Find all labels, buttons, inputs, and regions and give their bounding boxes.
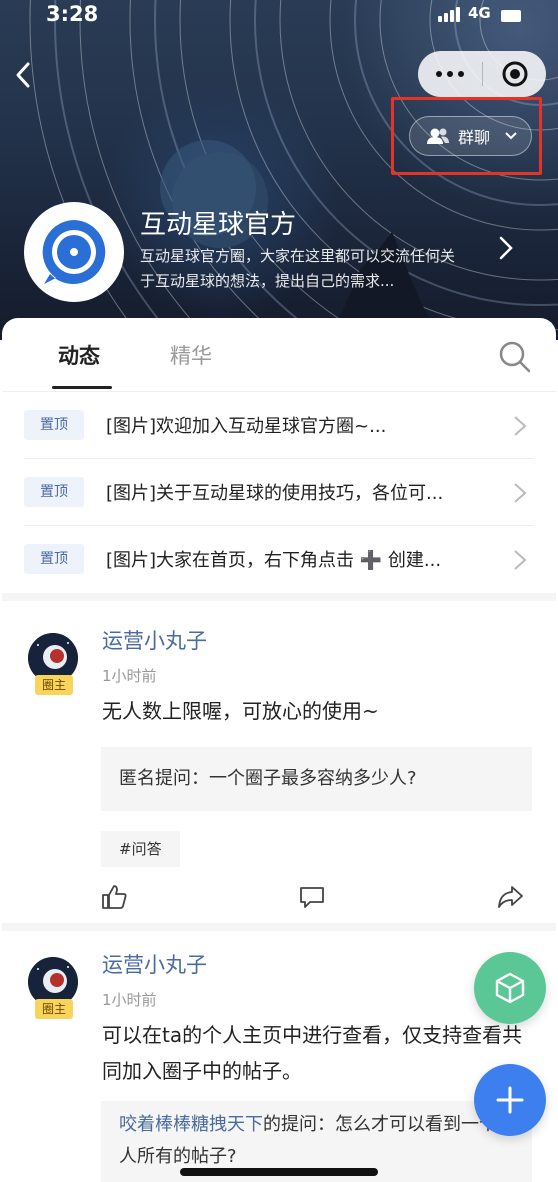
share-icon	[498, 886, 523, 908]
like-button[interactable]	[100, 883, 128, 915]
circle-header: 3:28 4G 群聊 互动星球官方 互动星球官方圈，大家在这里都可以交流任何关于…	[0, 0, 558, 340]
pinned-badge: 置顶	[24, 477, 84, 507]
chevron-down-icon	[505, 132, 517, 140]
chevron-right-icon	[514, 416, 527, 436]
pinned-post-row[interactable]: 置顶 [图片]欢迎加入互动星球官方圈~...	[2, 392, 556, 459]
group-chat-button[interactable]: 群聊	[409, 116, 532, 156]
post-time: 1小时前	[102, 667, 157, 685]
circle-detail-button[interactable]	[496, 234, 516, 266]
comment-icon	[300, 887, 324, 908]
search-icon	[499, 341, 531, 373]
cube-icon	[495, 972, 525, 1004]
post-author[interactable]: 运营小丸子	[102, 949, 207, 979]
circle-logo-icon	[42, 220, 106, 284]
active-tab-indicator	[52, 386, 112, 389]
miniprogram-capsule	[418, 51, 546, 97]
tab-featured[interactable]: 精华	[170, 340, 212, 370]
tab-bar: 动态 精华	[2, 318, 556, 392]
close-miniprogram-button[interactable]	[483, 51, 546, 97]
target-icon	[502, 61, 527, 87]
pinned-badge: 置顶	[24, 544, 84, 574]
chevron-right-icon	[514, 483, 527, 503]
post-body: 可以在ta的个人主页中进行查看，仅支持查看共同加入圈子中的帖子。	[102, 1023, 523, 1083]
home-indicator[interactable]	[180, 1168, 378, 1176]
circle-square-button[interactable]	[474, 952, 546, 1024]
more-icon	[436, 71, 442, 77]
signal-indicator: 4G	[438, 4, 521, 22]
circle-name: 互动星球官方	[140, 210, 297, 240]
quote-user[interactable]: 咬着棒棒糖拽天下	[119, 1114, 263, 1135]
more-button[interactable]	[418, 51, 482, 97]
comment-button[interactable]	[298, 883, 326, 915]
circle-description: 互动星球官方圈，大家在这里都可以交流任何关于互动星球的想法，提出自己的需求...	[140, 247, 456, 290]
chevron-right-icon	[514, 550, 527, 570]
topic-tag[interactable]: #问答	[101, 831, 180, 867]
post-actions	[2, 877, 556, 917]
pinned-post-row[interactable]: 置顶 [图片]关于互动星球的使用技巧，各位可...	[2, 459, 556, 526]
create-post-button[interactable]	[474, 1064, 546, 1136]
status-time: 3:28	[46, 2, 99, 26]
chevron-right-icon	[499, 236, 513, 260]
like-icon	[102, 885, 127, 909]
quoted-question[interactable]: 匿名提问：一个圈子最多容纳多少人?	[101, 747, 532, 811]
status-bar: 3:28 4G	[0, 0, 558, 30]
pinned-post-title: [图片]关于互动星球的使用技巧，各位可...	[106, 483, 444, 504]
pinned-post-title: [图片]欢迎加入互动星球官方圈~...	[106, 416, 387, 437]
circle-avatar[interactable]	[24, 202, 124, 302]
network-label: 4G	[468, 4, 491, 22]
search-button[interactable]	[498, 340, 532, 374]
plus-icon	[496, 1086, 524, 1114]
tab-dynamic[interactable]: 动态	[58, 340, 100, 370]
post-card[interactable]: 圈主 运营小丸子 1小时前 无人数上限喔，可放心的使用~ 匿名提问：一个圈子最多…	[2, 601, 556, 923]
share-button[interactable]	[496, 883, 524, 915]
group-icon	[427, 128, 449, 144]
post-author[interactable]: 运营小丸子	[102, 625, 207, 655]
back-icon	[16, 62, 30, 88]
feed-sheet: 动态 精华 置顶 [图片]欢迎加入互动星球官方圈~... 置顶 [图片]关于互动…	[2, 318, 556, 1182]
post-card[interactable]: 圈主 运营小丸子 1小时前 可以在ta的个人主页中进行查看，仅支持查看共同加入圈…	[2, 931, 556, 1182]
post-body: 无人数上限喔，可放心的使用~	[102, 699, 379, 723]
owner-badge: 圈主	[35, 999, 73, 1019]
post-time: 1小时前	[102, 991, 157, 1009]
pinned-badge: 置顶	[24, 410, 84, 440]
battery-icon	[500, 10, 521, 22]
pinned-post-row[interactable]: 置顶 [图片]大家在首页，右下角点击 ➕ 创建...	[2, 526, 556, 593]
back-button[interactable]	[12, 60, 36, 90]
group-chat-label: 群聊	[458, 128, 491, 147]
owner-badge: 圈主	[35, 675, 73, 695]
pinned-post-title: [图片]大家在首页，右下角点击 ➕ 创建...	[106, 550, 442, 571]
